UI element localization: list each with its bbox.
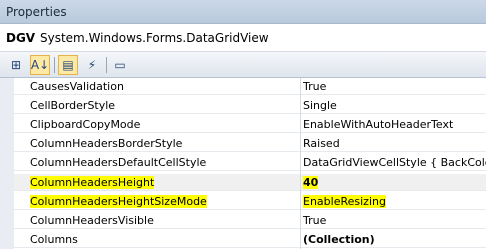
property-name: Columns	[30, 233, 78, 246]
property-value[interactable]: (Collection)	[303, 233, 375, 246]
window-title: Properties	[6, 5, 67, 19]
property-row[interactable]: ColumnHeadersHeightSizeMode EnableResizi…	[14, 193, 486, 210]
properties-toolbar: ⊞ A↓ ▤ ⚡ ▭	[0, 52, 486, 78]
properties-titlebar: Properties	[0, 0, 486, 24]
categorized-icon[interactable]: ⊞	[6, 55, 26, 75]
property-name: ColumnHeadersVisible	[30, 214, 154, 227]
column-divider[interactable]	[300, 78, 301, 249]
property-value[interactable]: DataGridViewCellStyle { BackColor=	[303, 156, 486, 169]
property-grid-gutter	[0, 78, 14, 249]
property-row[interactable]: ColumnHeadersHeight 40	[14, 174, 486, 191]
property-value[interactable]: 40	[303, 176, 319, 189]
object-type: System.Windows.Forms.DataGridView	[40, 31, 269, 45]
property-row[interactable]: ColumnHeadersDefaultCellStyle DataGridVi…	[14, 154, 486, 171]
property-name: ColumnHeadersHeightSizeMode	[30, 195, 207, 208]
alphabetical-sort-icon[interactable]: A↓	[30, 55, 50, 75]
property-grid: CausesValidation True CellBorderStyle Si…	[0, 78, 486, 249]
events-lightning-icon[interactable]: ⚡	[82, 55, 102, 75]
property-row[interactable]: CellBorderStyle Single	[14, 97, 486, 114]
property-row[interactable]: CausesValidation True	[14, 78, 486, 95]
toolbar-separator	[54, 57, 55, 73]
property-pages-icon[interactable]: ▭	[110, 55, 130, 75]
property-row[interactable]: ClipboardCopyMode EnableWithAutoHeaderTe…	[14, 116, 486, 133]
property-row[interactable]: Columns (Collection)	[14, 231, 486, 248]
object-name: DGV	[6, 31, 36, 45]
property-name: ColumnHeadersBorderStyle	[30, 137, 183, 150]
property-value[interactable]: EnableResizing	[303, 195, 386, 208]
object-selector[interactable]: DGV System.Windows.Forms.DataGridView	[0, 24, 486, 52]
property-name: ColumnHeadersDefaultCellStyle	[30, 156, 207, 169]
properties-icon[interactable]: ▤	[58, 55, 78, 75]
property-value[interactable]: Raised	[303, 137, 340, 150]
property-name: ClipboardCopyMode	[30, 118, 141, 131]
property-row[interactable]: ColumnHeadersBorderStyle Raised	[14, 135, 486, 152]
property-value[interactable]: Single	[303, 99, 337, 112]
property-name: CausesValidation	[30, 80, 124, 93]
property-value[interactable]: True	[303, 214, 326, 227]
property-value[interactable]: EnableWithAutoHeaderText	[303, 118, 453, 131]
property-name: CellBorderStyle	[30, 99, 116, 112]
property-name: ColumnHeadersHeight	[30, 176, 155, 189]
property-value[interactable]: True	[303, 80, 326, 93]
property-row[interactable]: ColumnHeadersVisible True	[14, 212, 486, 229]
toolbar-separator	[106, 57, 107, 73]
